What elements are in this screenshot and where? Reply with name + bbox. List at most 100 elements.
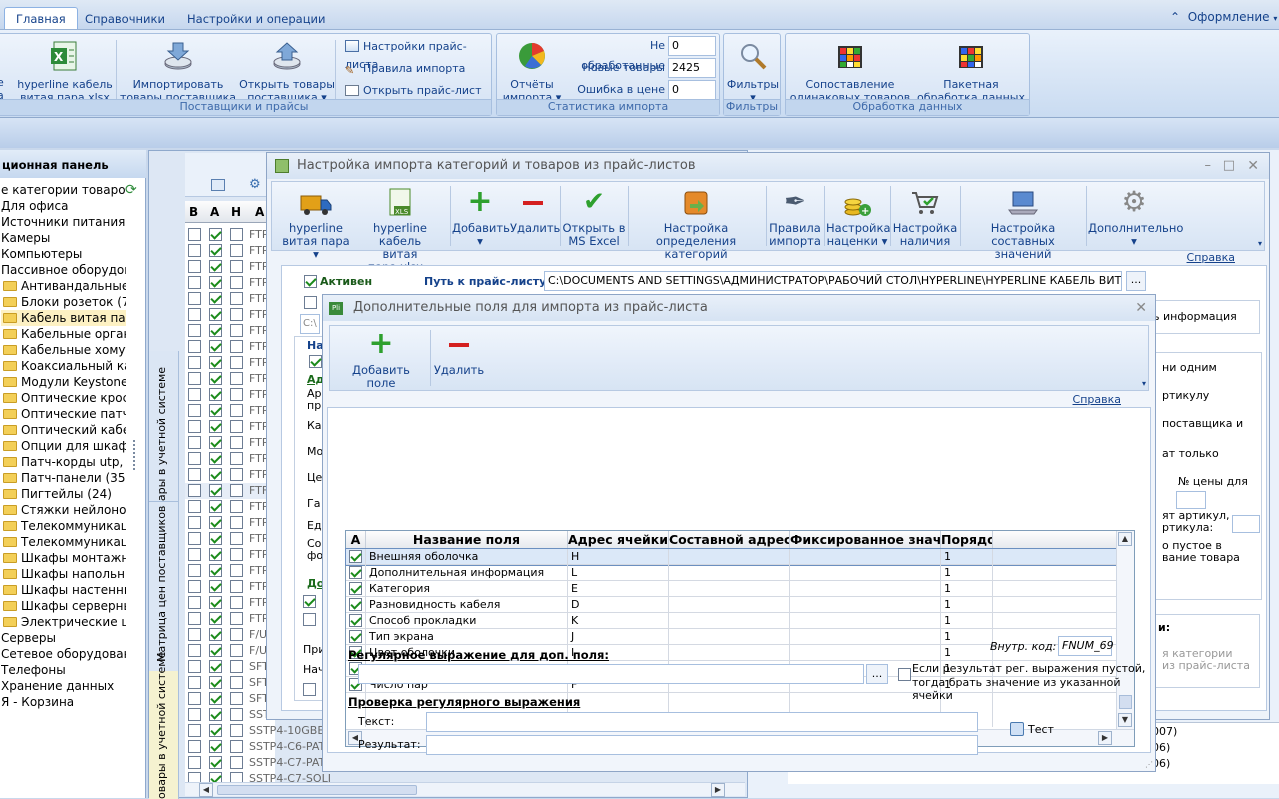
tree-item[interactable]: Пигтейлы (24) [1, 486, 126, 502]
dialog-close-icon[interactable]: ✕ [1135, 295, 1147, 321]
row-checkbox-a[interactable] [209, 452, 222, 465]
row-checkbox-a[interactable] [209, 292, 222, 305]
row-checkbox-v[interactable] [188, 612, 201, 625]
tab-settings-operations[interactable]: Настройки и операции [176, 8, 336, 30]
toolbar-overflow-icon[interactable]: ▾ [1258, 239, 1262, 248]
tree-item[interactable]: Стяжки нейлонов [1, 502, 126, 518]
tree-item[interactable]: Я - Корзина [1, 694, 126, 710]
secondary-path-input[interactable]: C:\ [300, 314, 320, 334]
row-checkbox-a[interactable] [209, 692, 222, 705]
tree-item[interactable]: Шкафы монтажны [1, 550, 126, 566]
tool-icon[interactable]: ⚙ [249, 177, 261, 192]
row-checkbox-a[interactable] [209, 676, 222, 689]
tb-add-button[interactable]: + Добавить ▾ [452, 187, 510, 248]
tree-item[interactable]: Оптический кабел [1, 422, 126, 438]
tree-item[interactable]: Оптические кросс [1, 390, 126, 406]
row-checkbox-a[interactable] [209, 708, 222, 721]
col-header-cell-address[interactable]: Адрес ячейки [568, 531, 669, 549]
tree-item[interactable]: Сетевое оборудовани [1, 646, 126, 662]
row-checkbox-n[interactable] [230, 708, 243, 721]
row-checkbox-n[interactable] [230, 596, 243, 609]
row-checkbox-n[interactable] [230, 724, 243, 737]
row-checkbox-a[interactable] [209, 628, 222, 641]
row-checkbox-a[interactable] [209, 644, 222, 657]
hyperline-xlsx-button[interactable]: X hyperline кабель витая пара.xlsx [17, 40, 113, 104]
row-checkbox-n[interactable] [230, 548, 243, 561]
tree-item[interactable]: Шкафы настенные [1, 582, 126, 598]
resize-grip[interactable]: ⋰ [1145, 760, 1153, 769]
row-checkbox-v[interactable] [188, 340, 201, 353]
tb-markup-button[interactable]: + Настройка наценки ▾ [826, 188, 891, 248]
internal-code-input[interactable]: FNUM_69 [1058, 636, 1114, 656]
row-checkbox-v[interactable] [188, 244, 201, 257]
tb-more-button[interactable]: ⚙ Дополнительно ▾ [1088, 188, 1183, 248]
tree-item[interactable]: Блоки розеток (70 [1, 294, 126, 310]
import-window-titlebar[interactable]: Настройка импорта категорий и товаров из… [267, 153, 1269, 179]
row-checkbox-a[interactable] [209, 500, 222, 513]
tb-delete-button[interactable]: Удалить [510, 188, 560, 235]
row-checkbox-v[interactable] [188, 660, 201, 673]
row-checkbox-n[interactable] [230, 532, 243, 545]
row-checkbox-v[interactable] [188, 644, 201, 657]
row-checkbox-v[interactable] [188, 308, 201, 321]
col-header-composite-address[interactable]: Составной адрес [669, 531, 790, 549]
row-checkbox-n[interactable] [230, 564, 243, 577]
row-checkbox-v[interactable] [188, 228, 201, 241]
dialog-titlebar[interactable]: Pli Дополнительные поля для импорта из п… [323, 295, 1155, 321]
row-checkbox-n[interactable] [230, 612, 243, 625]
tree-item[interactable]: Оптические патч- [1, 406, 126, 422]
tree-item[interactable]: Кабельные хомуть [1, 342, 126, 358]
vtab-price-matrix[interactable]: Матрица цен поставщиков [149, 501, 179, 676]
article-input[interactable] [1232, 515, 1260, 533]
row-checkbox-n[interactable] [230, 644, 243, 657]
row-checkbox-v[interactable] [188, 692, 201, 705]
dialog-help-link[interactable]: Справка [1073, 393, 1121, 406]
row-checkbox-n[interactable] [230, 404, 243, 417]
import-reports-button[interactable]: Отчёты импорта ▾ [501, 40, 563, 104]
row-checkbox-v[interactable] [188, 628, 201, 641]
splitter-grip[interactable] [133, 440, 136, 470]
row-checkbox-n[interactable] [230, 500, 243, 513]
row-checkbox-n[interactable] [230, 244, 243, 257]
row-checkbox-a[interactable] [209, 260, 222, 273]
browse-path-button[interactable]: ... [1126, 271, 1146, 291]
row-checkbox-v[interactable] [188, 532, 201, 545]
tree-item[interactable]: Для офиса [1, 198, 126, 214]
test-button[interactable]: Тест [1010, 720, 1054, 740]
filters-button[interactable]: Фильтры ▾ [726, 40, 780, 104]
row-checkbox-a[interactable] [209, 436, 222, 449]
row-checkbox-a[interactable] [209, 340, 222, 353]
add-field-button[interactable]: + Добавить поле [336, 329, 426, 390]
row-checkbox-v[interactable] [188, 516, 201, 529]
tree-item[interactable]: Телекоммуникаци [1, 534, 126, 550]
row-checkbox-n[interactable] [230, 740, 243, 753]
row-checkbox-v[interactable] [188, 372, 201, 385]
frag-checkbox-2[interactable] [303, 595, 316, 608]
row-checkbox-n[interactable] [230, 308, 243, 321]
row-checkbox-n[interactable] [230, 692, 243, 705]
row-checkbox-a[interactable] [209, 420, 222, 433]
open-goods-button[interactable]: Открыть товары поставщика ▾ [239, 40, 335, 104]
row-checkbox-n[interactable] [230, 516, 243, 529]
tree-item[interactable]: Источники питания [1, 214, 126, 230]
row-checkbox-n[interactable] [230, 356, 243, 369]
frag-checkbox-4[interactable] [303, 683, 316, 696]
price-number-input[interactable] [1176, 491, 1206, 509]
scroll-right-icon[interactable]: ▶ [711, 783, 725, 797]
row-checkbox-v[interactable] [188, 260, 201, 273]
row-checkbox-n[interactable] [230, 580, 243, 593]
row-checkbox-a[interactable] [209, 596, 222, 609]
row-checkbox-a[interactable] [209, 276, 222, 289]
row-checkbox-v[interactable] [188, 724, 201, 737]
close-icon[interactable]: ✕ [1247, 153, 1259, 179]
tree-item[interactable]: Коаксиальный кабе [1, 358, 126, 374]
import-rules-button[interactable]: ✎ Правила импорта [345, 60, 465, 78]
scroll-thumb[interactable] [217, 785, 417, 795]
row-checkbox-a[interactable] [209, 244, 222, 257]
tb-hyperline-xlsx-button[interactable]: XLS hyperline кабель витая пара.xlsx ▾ [354, 188, 446, 274]
row-checkbox-n[interactable] [230, 388, 243, 401]
import-help-link[interactable]: Справка [1187, 251, 1235, 264]
row-checkbox-v[interactable] [188, 388, 201, 401]
tree-item[interactable]: Патч-панели (35) [1, 470, 126, 486]
row-checkbox-n[interactable] [230, 276, 243, 289]
